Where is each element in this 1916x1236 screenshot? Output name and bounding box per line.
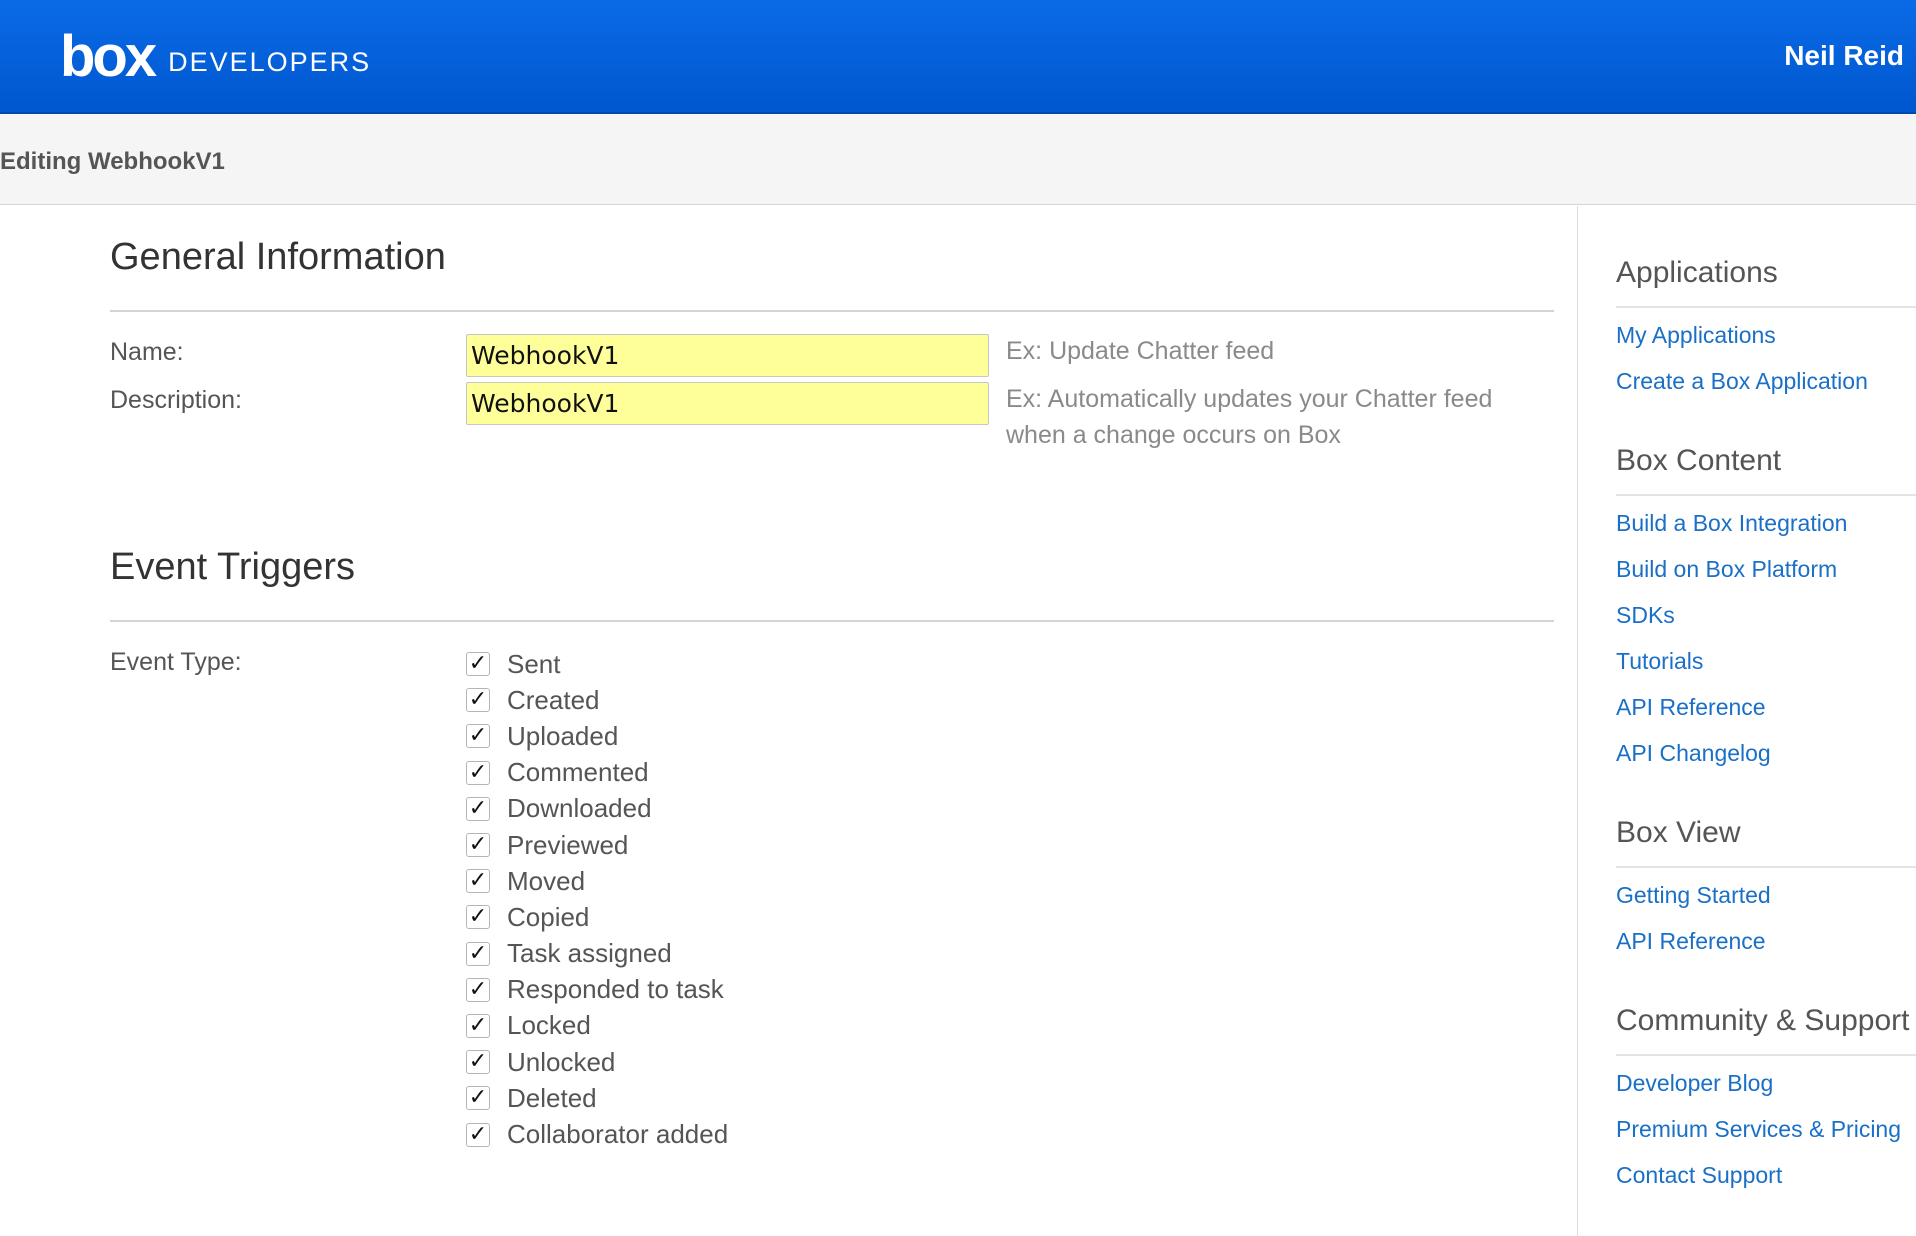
- sidebar-heading: Box Content: [1616, 444, 1916, 496]
- event-label: Uploaded: [507, 720, 619, 751]
- event-label: Moved: [507, 865, 586, 896]
- description-input[interactable]: [466, 382, 989, 425]
- sidebar-link-getting-started[interactable]: Getting Started: [1616, 872, 1916, 918]
- sidebar-heading: Box View: [1616, 816, 1916, 868]
- sidebar-link-my-applications[interactable]: My Applications: [1616, 312, 1916, 358]
- event-checkbox-row[interactable]: ✓ Task assigned: [466, 936, 728, 972]
- box-developers-logo[interactable]: box DEVELOPERS: [60, 24, 372, 89]
- checkbox[interactable]: ✓: [466, 833, 490, 858]
- page-title: Editing WebhookV1: [0, 148, 225, 175]
- sidebar-link-developer-blog[interactable]: Developer Blog: [1616, 1060, 1916, 1106]
- event-checkbox-row[interactable]: ✓ Collaborator added: [466, 1116, 728, 1152]
- divider: [110, 620, 1554, 622]
- event-checkbox-row[interactable]: ✓ Uploaded: [466, 718, 728, 754]
- sidebar: Applications My Applications Create a Bo…: [1577, 206, 1916, 1236]
- name-input[interactable]: [466, 334, 989, 377]
- event-triggers-heading: Event Triggers: [110, 546, 355, 588]
- top-navigation-bar: box DEVELOPERS Neil Reid: [0, 0, 1916, 114]
- event-checkbox-row[interactable]: ✓ Responded to task: [466, 972, 728, 1008]
- sidebar-heading: Community & Support: [1616, 1004, 1916, 1056]
- event-label: Task assigned: [507, 938, 672, 969]
- event-type-label: Event Type:: [110, 648, 242, 676]
- sidebar-heading: Applications: [1616, 256, 1916, 308]
- general-information-heading: General Information: [110, 236, 446, 278]
- checkbox[interactable]: ✓: [466, 652, 490, 677]
- sidebar-group-box-content: Box Content Build a Box Integration Buil…: [1616, 444, 1916, 776]
- user-menu[interactable]: Neil Reid: [1784, 40, 1904, 72]
- sidebar-link-view-api-reference[interactable]: API Reference: [1616, 918, 1916, 964]
- name-label: Name:: [110, 338, 184, 366]
- checkbox[interactable]: ✓: [466, 688, 490, 713]
- sidebar-link-build-box-integration[interactable]: Build a Box Integration: [1616, 500, 1916, 546]
- event-label: Commented: [507, 757, 649, 788]
- event-checkbox-row[interactable]: ✓ Sent: [466, 646, 728, 682]
- checkbox[interactable]: ✓: [466, 1122, 490, 1147]
- sidebar-group-box-view: Box View Getting Started API Reference: [1616, 816, 1916, 964]
- checkbox[interactable]: ✓: [466, 1086, 490, 1111]
- event-checkbox-row[interactable]: ✓ Commented: [466, 755, 728, 791]
- name-hint: Ex: Update Chatter feed: [1006, 337, 1275, 365]
- event-label: Deleted: [507, 1082, 597, 1113]
- event-type-checklist: ✓ Sent ✓ Created ✓ Uploaded ✓ Commented ✓ Dow…: [466, 646, 728, 1153]
- description-hint: Ex: Automatically updates your Chatter f…: [1006, 381, 1492, 453]
- sidebar-link-premium-services-pricing[interactable]: Premium Services & Pricing: [1616, 1106, 1916, 1152]
- sidebar-group-community-support: Community & Support Developer Blog Premi…: [1616, 1004, 1916, 1198]
- event-checkbox-row[interactable]: ✓ Downloaded: [466, 791, 728, 827]
- checkbox[interactable]: ✓: [466, 869, 490, 894]
- page-header-bar: Editing WebhookV1: [0, 114, 1916, 205]
- sidebar-link-api-reference[interactable]: API Reference: [1616, 684, 1916, 730]
- event-label: Sent: [507, 648, 561, 679]
- sidebar-link-sdks[interactable]: SDKs: [1616, 592, 1916, 638]
- box-logo: box: [60, 24, 157, 89]
- event-checkbox-row[interactable]: ✓ Copied: [466, 899, 728, 935]
- checkbox[interactable]: ✓: [466, 977, 490, 1002]
- event-checkbox-row[interactable]: ✓ Moved: [466, 863, 728, 899]
- checkbox[interactable]: ✓: [466, 941, 490, 966]
- event-label: Created: [507, 684, 600, 715]
- sidebar-link-api-changelog[interactable]: API Changelog: [1616, 730, 1916, 776]
- checkbox[interactable]: ✓: [466, 796, 490, 821]
- description-label: Description:: [110, 386, 242, 414]
- event-label: Responded to task: [507, 974, 724, 1005]
- event-label: Previewed: [507, 829, 629, 860]
- event-checkbox-row[interactable]: ✓ Locked: [466, 1008, 728, 1044]
- sidebar-link-create-box-application[interactable]: Create a Box Application: [1616, 358, 1916, 404]
- checkbox[interactable]: ✓: [466, 905, 490, 930]
- divider: [110, 310, 1554, 312]
- event-checkbox-row[interactable]: ✓ Deleted: [466, 1080, 728, 1116]
- sidebar-link-tutorials[interactable]: Tutorials: [1616, 638, 1916, 684]
- checkbox[interactable]: ✓: [466, 760, 490, 785]
- main-content: General Information Name: Ex: Update Cha…: [0, 206, 1578, 1236]
- event-label: Locked: [507, 1010, 591, 1041]
- sidebar-link-contact-support[interactable]: Contact Support: [1616, 1152, 1916, 1198]
- event-checkbox-row[interactable]: ✓ Created: [466, 682, 728, 718]
- event-label: Unlocked: [507, 1046, 616, 1077]
- checkbox[interactable]: ✓: [466, 724, 490, 749]
- event-label: Copied: [507, 901, 590, 932]
- checkbox[interactable]: ✓: [466, 1013, 490, 1038]
- event-checkbox-row[interactable]: ✓ Previewed: [466, 827, 728, 863]
- checkbox[interactable]: ✓: [466, 1050, 490, 1075]
- event-label: Collaborator added: [507, 1119, 729, 1150]
- description-hint-line-2: when a change occurs on Box: [1006, 421, 1341, 449]
- description-hint-line-1: Ex: Automatically updates your Chatter f…: [1006, 385, 1493, 413]
- sidebar-link-build-on-box-platform[interactable]: Build on Box Platform: [1616, 546, 1916, 592]
- developers-brand-text: DEVELOPERS: [168, 46, 372, 77]
- event-checkbox-row[interactable]: ✓ Unlocked: [466, 1044, 728, 1080]
- sidebar-group-applications: Applications My Applications Create a Bo…: [1616, 256, 1916, 404]
- event-label: Downloaded: [507, 793, 652, 824]
